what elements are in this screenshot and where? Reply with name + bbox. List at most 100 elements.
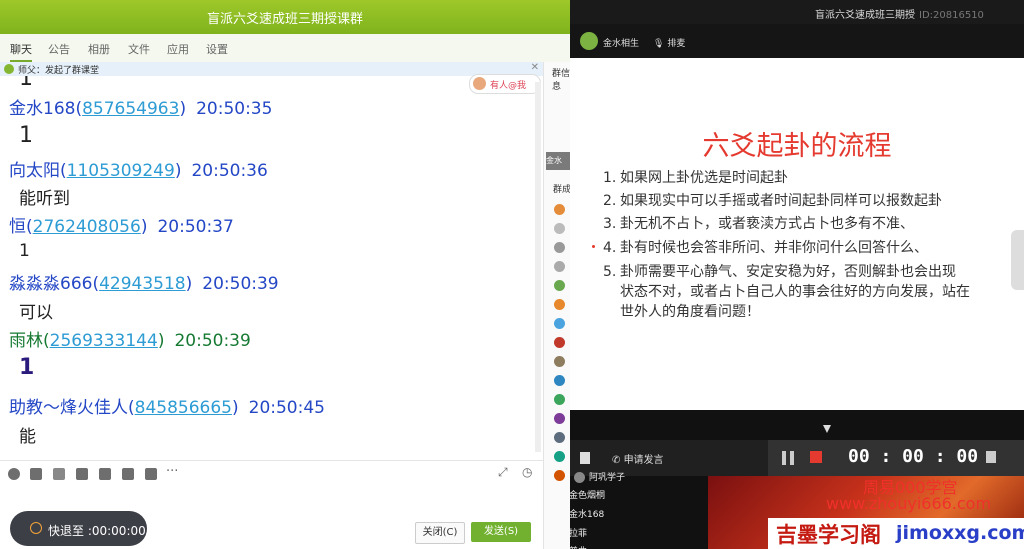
member-name: 金水168 — [570, 510, 605, 520]
message-sender: 淼淼淼666(42943518) 20:50:39 — [9, 274, 279, 294]
image-icon[interactable] — [122, 468, 134, 480]
history-clock-icon[interactable]: ◷ — [522, 465, 532, 479]
apply-speak-button[interactable]: ✆ 申请发言 — [612, 451, 664, 466]
avatar[interactable] — [554, 356, 565, 367]
slide-item-text: 状态不对，或者占卜自己人的事会往好的方向发展，站在 — [620, 284, 970, 300]
live-title: 盲派六爻速成班三期授 ID:20816510 — [815, 6, 984, 21]
rewind-label: 快退至 :00:00:00 — [48, 524, 146, 538]
expand-icon[interactable]: ⤢ — [498, 465, 508, 480]
sender-qq-link[interactable]: 2762408056 — [33, 217, 141, 237]
tab-album[interactable]: 相册 — [88, 41, 110, 57]
chat-scrollbar[interactable] — [535, 82, 541, 452]
slide-item-text: 卦无机不占卜，或者亵渎方式占卜也多有不准、 — [620, 216, 914, 232]
room-id: ID:20816510 — [919, 10, 984, 21]
avatar[interactable] — [554, 337, 565, 348]
slide-item: 5. 卦师需要平心静气、安定安稳为好，否则解卦也会出现 状态不对，或者占卜自己人的事… — [603, 262, 970, 322]
slide-item-text: 如果网上卦优选是时间起卦 — [620, 170, 788, 186]
live-title-bar: 盲派六爻速成班三期授 ID:20816510 — [570, 0, 1024, 24]
volume-icon[interactable] — [580, 452, 590, 464]
watermark-url: www.zhouyi666.com — [826, 494, 992, 513]
sender-name[interactable]: 恒 — [9, 217, 26, 237]
mute-icon[interactable] — [145, 468, 157, 480]
mic-icon: 🎙 — [653, 39, 665, 49]
pause-icon[interactable] — [782, 451, 794, 465]
mic-queue-button[interactable]: 🎙 排麦 — [653, 36, 685, 49]
message-time: 20:50:45 — [248, 398, 325, 418]
sender-name[interactable]: 雨林 — [9, 331, 43, 351]
folder-icon[interactable] — [76, 468, 88, 480]
sender-name[interactable]: 向太阳 — [9, 161, 60, 181]
music-icon[interactable] — [99, 468, 111, 480]
sender-qq-link[interactable]: 1105309249 — [67, 161, 175, 181]
rewind-icon — [30, 522, 42, 534]
slide-item-text: 卦师需要平心静气、安定安稳为好，否则解卦也会出现 — [620, 264, 956, 280]
avatar[interactable] — [554, 318, 565, 329]
more-icon[interactable]: ··· — [166, 464, 178, 479]
avatar[interactable] — [554, 261, 565, 272]
avatar[interactable] — [554, 432, 565, 443]
tab-apps[interactable]: 应用 — [167, 41, 189, 57]
tab-settings[interactable]: 设置 — [206, 41, 228, 57]
stop-icon[interactable] — [810, 451, 822, 463]
emoji-icon[interactable] — [8, 468, 20, 480]
message-time: 20:50:36 — [191, 161, 268, 181]
class-notice-bar[interactable]: 师父：发起了群课堂 ✕ — [0, 62, 543, 76]
members-label: 群成 — [553, 185, 571, 195]
member-item[interactable]: 普曲 — [570, 544, 587, 549]
member-item[interactable]: 拉菲 — [570, 526, 587, 539]
message-sender: 向太阳(1105309249) 20:50:36 — [9, 161, 268, 181]
sender-qq-link[interactable]: 42943518 — [99, 274, 186, 294]
sender-name[interactable]: 淼淼淼666 — [9, 274, 92, 294]
avatar[interactable] — [554, 280, 565, 291]
avatar[interactable] — [554, 394, 565, 405]
member-name: 金色烟桐 — [570, 491, 606, 501]
avatar[interactable] — [554, 204, 565, 215]
member-item[interactable]: 金色烟桐 — [570, 488, 605, 501]
slide-item: 1. 如果网上卦优选是时间起卦 — [603, 168, 788, 188]
group-banner: 金水 — [546, 152, 571, 170]
scissors-icon[interactable] — [53, 468, 65, 480]
slide-item-number: 5. — [603, 264, 617, 280]
avatar[interactable] — [554, 242, 565, 253]
phone-icon: ✆ — [612, 455, 624, 466]
mouse-cursor-icon — [823, 425, 831, 433]
close-icon[interactable]: ✕ — [531, 62, 539, 73]
tab-announcement[interactable]: 公告 — [48, 41, 70, 57]
sender-name[interactable]: 助教～烽火佳人 — [9, 398, 128, 418]
pen-icon[interactable] — [986, 451, 996, 463]
sender-qq-link[interactable]: 2569333144 — [50, 331, 158, 351]
message-text-partial: 1 — [19, 76, 33, 91]
sender-qq-link[interactable]: 857654963 — [82, 99, 179, 119]
next-slide-arrow-icon[interactable] — [1011, 230, 1024, 290]
avatar[interactable] — [554, 413, 565, 424]
sender-name[interactable]: 金水168 — [9, 99, 75, 119]
message-sender: 助教～烽火佳人(845856665) 20:50:45 — [9, 398, 325, 418]
avatar[interactable] — [554, 451, 565, 462]
mic-queue-label: 排麦 — [667, 39, 686, 49]
slide-item-number: 2. — [603, 193, 617, 209]
slide-item-number: 1. — [603, 170, 617, 186]
gif-icon[interactable] — [30, 468, 42, 480]
message-sender: 恒(2762408056) 20:50:37 — [9, 217, 234, 237]
group-member-panel: 群信息 金水 群成 — [543, 62, 571, 549]
slide-title: 六爻起卦的流程 — [702, 131, 892, 162]
rewind-button[interactable]: 快退至 :00:00:00 — [10, 511, 147, 546]
tab-chat[interactable]: 聊天 — [10, 41, 32, 62]
send-button[interactable]: 发送(S) — [471, 522, 531, 542]
avatar[interactable] — [554, 470, 565, 481]
notice-text: 师父：发起了群课堂 — [18, 66, 100, 76]
avatar[interactable] — [554, 299, 565, 310]
avatar[interactable] — [554, 375, 565, 386]
close-button[interactable]: 关闭(C) — [415, 522, 465, 544]
mention-button[interactable]: 有人@我 — [469, 74, 541, 94]
member-item[interactable]: 阿巩学子 — [574, 470, 625, 483]
avatar — [580, 32, 598, 50]
member-item[interactable]: 金水168 — [570, 507, 604, 520]
tab-files[interactable]: 文件 — [128, 41, 150, 57]
input-toolbar: ··· ⤢ ◷ — [0, 460, 543, 487]
avatar[interactable] — [554, 223, 565, 234]
message-text: 1 — [19, 123, 33, 148]
host-name: 金水相生 — [603, 39, 640, 49]
sender-qq-link[interactable]: 845856665 — [135, 398, 232, 418]
message-text: 1 — [19, 355, 35, 380]
